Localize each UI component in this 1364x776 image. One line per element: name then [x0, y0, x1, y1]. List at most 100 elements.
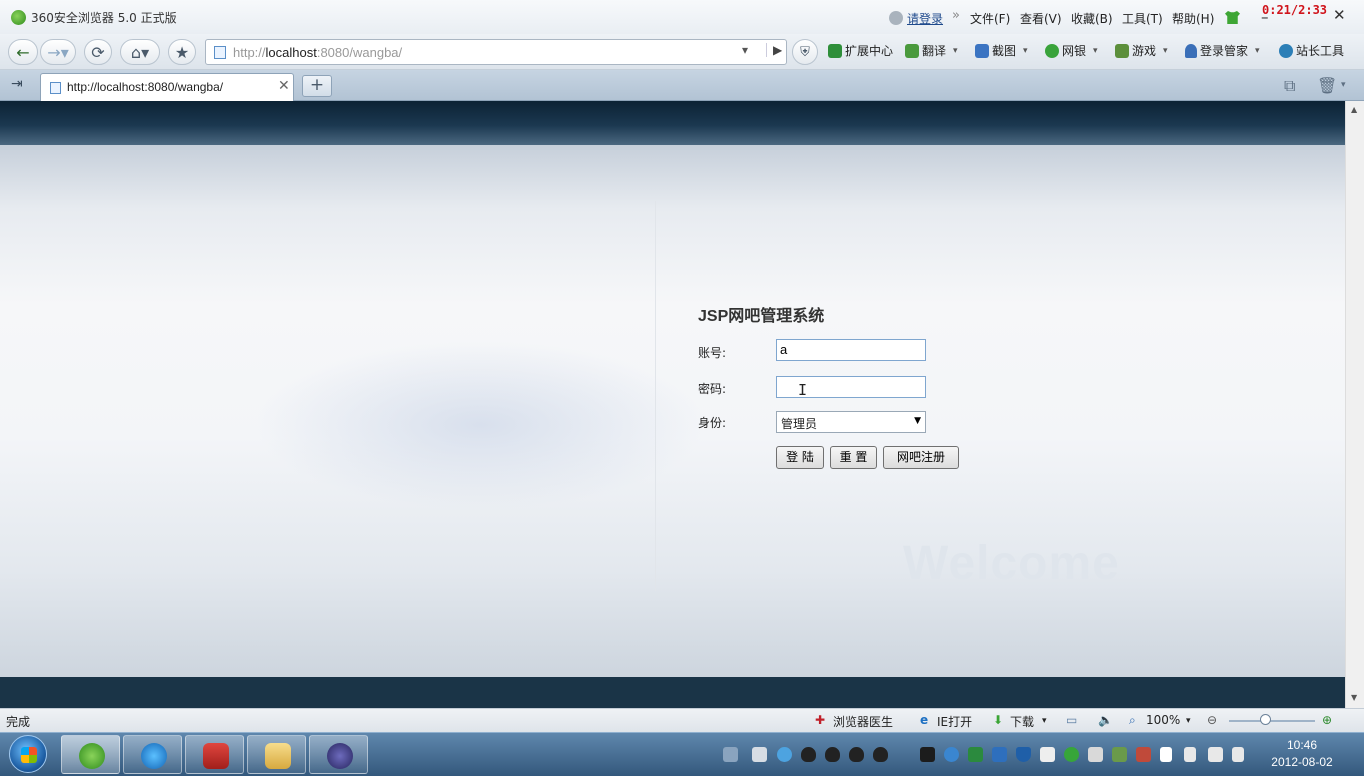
skin-shirt-icon[interactable] [1225, 11, 1240, 24]
zoom-slider-thumb[interactable] [1259, 714, 1271, 725]
zoom-in-icon[interactable]: ⊕ [1322, 713, 1332, 727]
user-icon[interactable] [889, 11, 903, 25]
trash-dropdown-icon[interactable]: ▾ [1341, 80, 1346, 90]
close-window-icon[interactable]: ✕ [1333, 6, 1346, 24]
tab-close-icon[interactable]: ✕ [278, 78, 290, 94]
taskbar-app-toolbox[interactable] [185, 735, 244, 774]
screenshot-button[interactable]: 截图 ▾ [975, 42, 1028, 59]
windows-taskbar: 10:46 2012-08-02 [0, 732, 1364, 776]
favorite-star-icon[interactable]: ★ [168, 39, 196, 65]
download-icon[interactable]: ⬇ [993, 713, 1003, 727]
shield-tray-icon[interactable] [1016, 747, 1031, 762]
address-url[interactable]: http://localhost:8080/wangba/ [233, 45, 402, 60]
chat-tray-icon[interactable] [944, 747, 959, 762]
scroll-down-icon[interactable]: ▼ [1351, 693, 1357, 702]
zoom-icon[interactable]: ⌕ [1129, 713, 1136, 728]
password-label: 密码: [698, 382, 727, 396]
extensions-icon [828, 43, 842, 58]
bank-icon [1045, 43, 1059, 58]
scroll-up-icon[interactable]: ▲ [1351, 105, 1357, 114]
register-button[interactable]: 网吧注册 [883, 446, 959, 469]
download-dropdown-icon[interactable]: ▾ [1042, 716, 1047, 726]
browser-logo-icon [11, 10, 26, 25]
restore-tabs-icon[interactable]: ⧉ [1284, 76, 1295, 96]
taskbar-app-ie[interactable] [123, 735, 182, 774]
volume-icon[interactable]: 🔈 [1098, 713, 1113, 727]
zoom-slider[interactable] [1229, 720, 1315, 722]
qq-icon-2[interactable] [825, 747, 840, 762]
home-icon[interactable]: ⌂▾ [120, 39, 160, 65]
usb-tray-icon[interactable] [1184, 747, 1196, 762]
refresh-icon[interactable]: ⟳ [84, 39, 112, 65]
toolbox-icon [203, 743, 229, 769]
zoom-dropdown-icon[interactable]: ▾ [1186, 716, 1191, 726]
qq-icon-1[interactable] [801, 747, 816, 762]
window-icon[interactable]: ▭ [1066, 713, 1077, 727]
taskbar-app-explorer[interactable] [247, 735, 306, 774]
address-bar[interactable]: http://localhost:8080/wangba/ ▾ ▶ [205, 39, 787, 65]
login-button[interactable]: 登 陆 [776, 446, 824, 469]
status-text: 完成 [6, 715, 31, 729]
taskbar-clock[interactable]: 10:46 2012-08-02 [1266, 737, 1338, 771]
browser-tray-icon[interactable] [777, 747, 792, 762]
vertical-scrollbar[interactable]: ▲ ▼ [1345, 101, 1364, 708]
extensions-button[interactable]: 扩展中心 [828, 42, 893, 59]
trash-icon[interactable]: 🗑 [1317, 76, 1337, 95]
keyboard-icon[interactable] [723, 747, 738, 762]
key-icon [1185, 43, 1197, 58]
flag-tray-icon[interactable] [1160, 747, 1172, 762]
tab-label[interactable]: http://localhost:8080/wangba/ [67, 80, 223, 94]
tab-active[interactable]: http://localhost:8080/wangba/ ✕ [40, 73, 294, 101]
taskbar-app-360-browser[interactable] [61, 735, 120, 774]
tool-tray-icon[interactable] [1136, 747, 1151, 762]
browser-doctor-icon[interactable]: ✚ [815, 713, 825, 727]
note-tray-icon[interactable] [1040, 747, 1055, 762]
page-header-band [0, 101, 1345, 145]
security-tray-icon[interactable] [992, 747, 1007, 762]
select-arrow-icon[interactable]: ▼ [914, 416, 921, 426]
speaker-tray-icon[interactable] [1232, 747, 1244, 762]
ie-icon[interactable]: e [920, 713, 928, 727]
eclipse-icon [327, 743, 353, 769]
sync-tray-icon[interactable] [1064, 747, 1079, 762]
network-tray-icon[interactable] [1208, 747, 1223, 762]
zoom-level[interactable]: 100% [1146, 713, 1180, 727]
qq-icon-4[interactable] [873, 747, 888, 762]
expand-arrows-icon[interactable]: » [952, 8, 960, 23]
menu-view[interactable]: 查看(V) [1020, 10, 1062, 27]
login-manager-button[interactable]: 登录管家 ▾ [1185, 42, 1260, 59]
role-select[interactable]: 管理员 ▼ [776, 411, 926, 433]
bank-button[interactable]: 网银 ▾ [1045, 42, 1098, 59]
download-button[interactable]: 下载 [1010, 713, 1034, 730]
taskbar-app-eclipse[interactable] [309, 735, 368, 774]
new-tab-button[interactable]: + [302, 75, 332, 97]
address-dropdown-icon[interactable]: ▾ [742, 43, 748, 57]
go-icon[interactable]: ▶ [766, 43, 782, 57]
media-tray-icon[interactable] [1088, 747, 1103, 762]
ie-open-button[interactable]: IE打开 [937, 713, 972, 730]
webmaster-tools-button[interactable]: 站长工具 [1279, 42, 1344, 59]
sidebar-toggle-icon[interactable]: ⇥ [11, 76, 23, 92]
shield-icon[interactable]: ⛨ [792, 39, 818, 65]
reset-button[interactable]: 重 置 [830, 446, 877, 469]
network-share-icon[interactable] [752, 747, 767, 762]
forward-icon[interactable]: →▾ [40, 39, 76, 65]
back-icon[interactable]: ← [8, 39, 38, 65]
qq-icon-3[interactable] [849, 747, 864, 762]
account-input[interactable]: a [776, 339, 926, 361]
menu-file[interactable]: 文件(F) [970, 10, 1010, 27]
menu-help[interactable]: 帮助(H) [1172, 10, 1214, 27]
pen-tray-icon[interactable] [920, 747, 935, 762]
update-tray-icon[interactable] [1112, 747, 1127, 762]
clock-date: 2012-08-02 [1271, 755, 1333, 769]
menu-favorites[interactable]: 收藏(B) [1071, 10, 1113, 27]
translate-button[interactable]: 翻译 ▾ [905, 42, 958, 59]
browser-doctor-button[interactable]: 浏览器医生 [833, 713, 893, 730]
start-button[interactable] [9, 735, 47, 773]
games-button[interactable]: 游戏 ▾ [1115, 42, 1168, 59]
zoom-out-icon[interactable]: ⊖ [1207, 713, 1217, 727]
login-link[interactable]: 请登录 [907, 10, 943, 27]
menu-tools[interactable]: 工具(T) [1122, 10, 1163, 27]
text-cursor-icon: I [798, 381, 808, 399]
monitor-tray-icon[interactable] [968, 747, 983, 762]
